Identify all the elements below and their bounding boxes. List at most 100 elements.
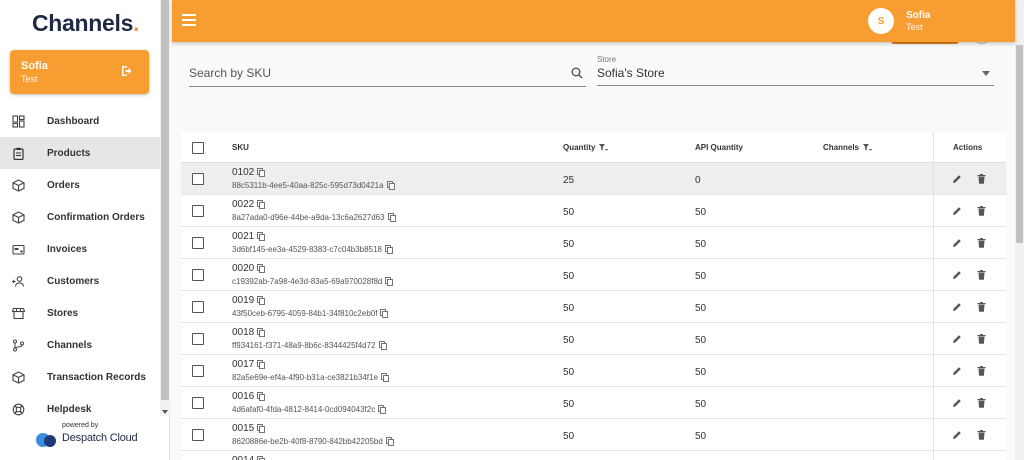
uuid-cell: c19392ab-7a98-4e3d-83a5-69a970028f8d [232,277,394,286]
select-all-checkbox[interactable] [192,142,204,154]
sidebar-item-orders[interactable]: Orders [0,169,160,201]
edit-icon[interactable] [952,206,962,216]
table-row[interactable]: 0022 8a27ada0-d96e-44be-a9da-13c6a2627d63… [181,195,1006,227]
edit-icon[interactable] [952,334,962,344]
sidebar-item-stores[interactable]: Stores [0,297,160,329]
copy-icon[interactable] [385,213,396,222]
search-input[interactable] [189,62,549,84]
delete-icon[interactable] [977,398,986,408]
delete-icon[interactable] [977,238,986,248]
copy-icon[interactable] [254,296,266,305]
row-checkbox[interactable] [192,365,204,377]
edit-icon[interactable] [952,238,962,248]
sidebar-item-products[interactable]: Products [0,137,160,169]
table-row[interactable]: 0017 82a5e69e-ef4a-4f90-b31a-ce3821b34f1e… [181,355,1006,387]
quantity-cell: 50 [563,399,575,410]
store-select-value[interactable]: Sofia's Store [597,66,665,80]
sidebar-item-customers[interactable]: Customers [0,265,160,297]
delete-icon[interactable] [977,206,986,216]
api-quantity-cell: 50 [695,207,707,218]
table-row[interactable]: 0016 4d6afaf0-4fda-4812-8414-0cd094043f2c… [181,387,1006,419]
table-row[interactable]: 0019 43f50ceb-6795-4059-84b1-34f810c2eb0f… [181,291,1006,323]
actions-column-divider [933,195,934,226]
row-checkbox[interactable] [192,269,204,281]
row-checkbox[interactable] [192,397,204,409]
edit-icon[interactable] [952,174,962,184]
copy-icon[interactable] [254,200,266,209]
edit-icon[interactable] [952,366,962,376]
column-header-quantity[interactable]: Quantity [563,143,609,152]
chevron-down-icon[interactable] [982,71,990,76]
actions-column-divider [933,323,934,354]
delete-icon[interactable] [977,366,986,376]
api-quantity-cell: 0 [695,175,701,186]
page-scrollbar-thumb[interactable] [1016,45,1023,243]
copy-icon[interactable] [376,341,387,350]
column-header-api-quantity[interactable]: API Quantity [695,143,743,152]
avatar[interactable]: S [868,8,894,34]
copy-icon[interactable] [375,405,387,414]
copy-icon[interactable] [254,392,266,401]
uuid-value: 88c5311b-4ee5-40aa-825c-595d73d0421a [232,181,384,190]
table-row[interactable]: 0015 8620886e-be2b-40f8-8790-842bb42205bd… [181,419,1006,451]
sidebar-item-dashboard[interactable]: Dashboard [0,105,160,137]
sidebar-item-invoices[interactable]: Invoices [0,233,160,265]
app-logo[interactable]: Channels. [32,10,140,37]
table-row[interactable]: 0102 88c5311b-4ee5-40aa-825c-595d73d0421a… [181,163,1006,195]
uuid-cell: 43f50ceb-6795-4059-84b1-34f810c2eb0f [232,309,389,318]
table-row[interactable]: 0014 [181,451,1006,460]
copy-icon[interactable] [384,181,395,190]
copy-icon[interactable] [254,456,266,460]
edit-icon[interactable] [952,398,962,408]
row-checkbox[interactable] [192,429,204,441]
edit-icon[interactable] [952,430,962,440]
scroll-down-arrow-icon[interactable] [162,410,168,414]
sku-value: 0022 [232,199,255,210]
copy-icon[interactable] [378,373,389,382]
delete-icon[interactable] [977,334,986,344]
delete-icon[interactable] [977,302,986,312]
copy-icon[interactable] [254,424,266,433]
sidebar-scrollbar[interactable] [160,0,170,416]
filter-icon[interactable] [863,143,872,152]
delete-icon[interactable] [977,430,986,440]
table-row[interactable]: 0020 c19392ab-7a98-4e3d-83a5-69a970028f8d… [181,259,1006,291]
sidebar-item-label: Products [47,147,91,159]
table-row[interactable]: 0021 3d6bf145-ee3a-4529-8383-c7c04b3b8518… [181,227,1006,259]
sidebar-item-confirmation-orders[interactable]: Confirmation Orders [0,201,160,233]
row-checkbox[interactable] [192,173,204,185]
row-checkbox[interactable] [192,333,204,345]
table-row[interactable]: 0018 ff934161-f371-48a9-8b6c-8344425f4d72… [181,323,1006,355]
sidebar-scrollbar-thumb[interactable] [161,0,169,400]
quantity-cell: 25 [563,175,575,186]
store-select[interactable]: Store Sofia's Store [597,54,994,86]
edit-icon[interactable] [952,302,962,312]
copy-icon[interactable] [254,328,266,337]
copy-icon[interactable] [382,245,393,254]
sidebar-item-transaction-records[interactable]: Transaction Records [0,361,160,393]
row-checkbox[interactable] [192,205,204,217]
copy-icon[interactable] [254,168,266,177]
row-checkbox[interactable] [192,237,204,249]
delete-icon[interactable] [977,270,986,280]
copy-icon[interactable] [254,264,266,273]
menu-icon[interactable] [182,14,196,26]
column-header-sku[interactable]: SKU [232,143,249,152]
uuid-value: ff934161-f371-48a9-8b6c-8344425f4d72 [232,341,376,350]
search-icon[interactable] [571,67,583,79]
copy-icon[interactable] [377,309,389,318]
delete-icon[interactable] [977,174,986,184]
column-header-channels[interactable]: Channels [823,143,872,152]
sidebar-item-channels[interactable]: Channels [0,329,160,361]
page-scrollbar[interactable] [1015,0,1024,460]
filter-icon[interactable] [599,143,609,152]
logout-icon[interactable] [121,65,133,77]
edit-icon[interactable] [952,270,962,280]
row-checkbox[interactable] [192,301,204,313]
copy-icon[interactable] [382,277,394,286]
copy-icon[interactable] [254,360,266,369]
copy-icon[interactable] [254,232,266,241]
actions-column-divider [933,227,934,258]
branch-icon [11,338,25,352]
copy-icon[interactable] [383,437,394,446]
